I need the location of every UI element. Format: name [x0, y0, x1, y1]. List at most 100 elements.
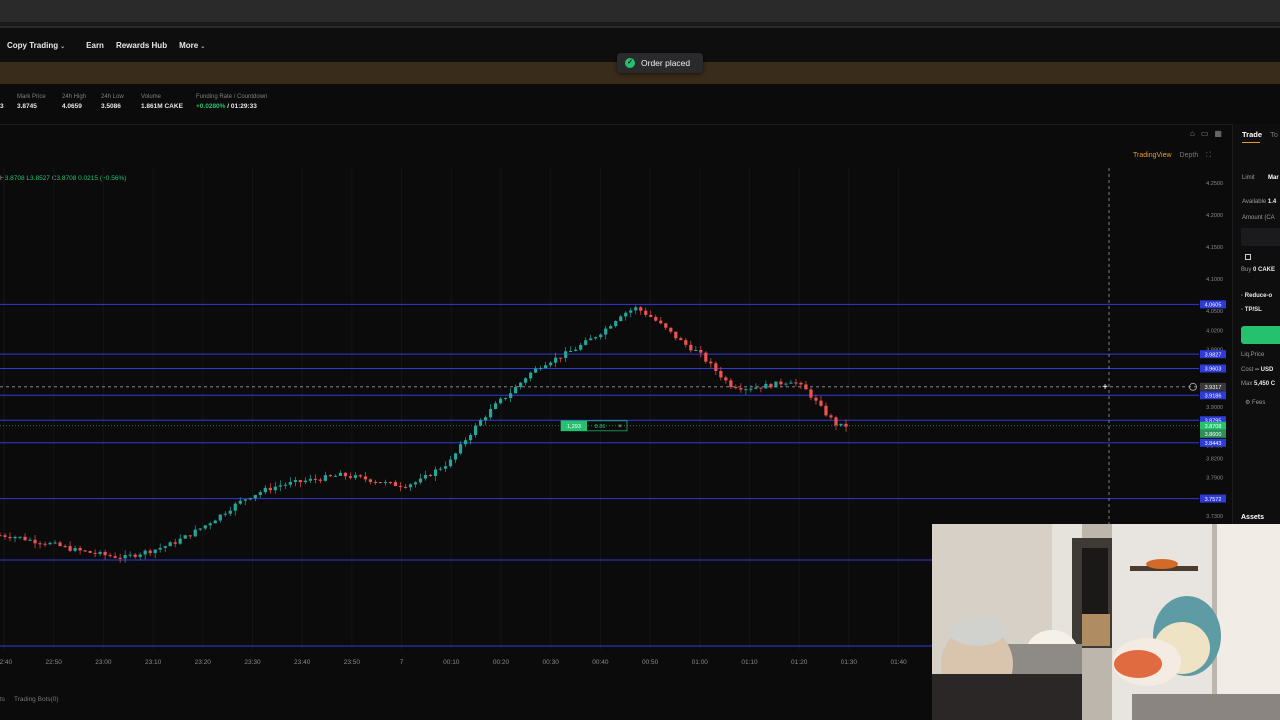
price-level-label: 3.7572 — [1205, 497, 1222, 503]
candle-body — [238, 500, 242, 504]
candle-body — [148, 550, 152, 554]
crosshair-cursor-icon: + — [1102, 382, 1108, 393]
candle-body — [273, 486, 277, 491]
available-value: 1.4 — [1267, 199, 1277, 205]
candle-body — [408, 484, 413, 488]
candle-body — [694, 349, 698, 351]
buy-button[interactable] — [1241, 326, 1280, 344]
nav-earn[interactable]: Earn — [86, 41, 104, 50]
candle-body — [0, 535, 2, 537]
x-tick-label: 22:40 — [0, 659, 13, 666]
candle-body — [639, 307, 643, 311]
nav-copy-trading[interactable]: Copy Trading ⌄ — [7, 41, 65, 50]
y-tick-label: 3.9000 — [1206, 405, 1223, 411]
candle-body — [584, 340, 588, 345]
chevron-down-icon: ⌄ — [200, 43, 206, 50]
candle-body — [323, 475, 327, 481]
trading-bots-tab[interactable]: Trading Bots(0) — [14, 696, 59, 703]
candle-body — [629, 310, 633, 313]
candle-body — [58, 542, 62, 546]
stat-value: 4.0659 — [62, 103, 82, 110]
stat-fragment: 3 — [0, 94, 4, 110]
candle-body — [589, 338, 593, 341]
candle-body — [168, 542, 172, 547]
reduce-only-checkbox[interactable]: ▫ Reduce-o — [1241, 293, 1272, 299]
candle-body — [418, 478, 423, 483]
candle-body — [268, 487, 272, 491]
order-type-limit[interactable]: Limit — [1242, 175, 1255, 181]
bottom-bar: ts Trading Bots(0) — [0, 694, 932, 708]
tradingview-tab[interactable]: TradingView — [1133, 152, 1172, 160]
candle-body — [233, 503, 237, 511]
candle-body — [574, 349, 578, 351]
tab-underline — [1242, 142, 1260, 143]
grid-icon[interactable]: ▦ — [1214, 129, 1222, 138]
expand-icon[interactable]: ⛶ — [1206, 152, 1211, 160]
candle-body — [88, 551, 92, 553]
candle-body — [609, 326, 613, 329]
funding-countdown-value: / 01:29:33 — [225, 103, 257, 110]
chart-icon-row: ⌂ ▭ ▦ — [1190, 129, 1222, 138]
candle-body — [298, 480, 302, 483]
candle-body — [368, 479, 373, 482]
stat-funding-rate: Funding Rate / Countdown +0.0280% / 01:29… — [196, 94, 267, 110]
candle-body — [33, 539, 37, 544]
candle-body — [373, 481, 378, 483]
candle-body — [769, 383, 773, 388]
candle-body — [328, 475, 332, 477]
candle-body — [468, 435, 473, 441]
x-tick-label: 7 — [400, 659, 404, 666]
window-icon[interactable]: ▭ — [1201, 129, 1209, 138]
price-level-label: 3.9827 — [1205, 352, 1222, 358]
ticker-stats: 3 Mark Price 3.8745 24h High 4.0659 24h Lo… — [0, 84, 1280, 122]
x-tick-label: 23:00 — [95, 659, 112, 666]
candle-body — [283, 484, 287, 486]
candle-body — [188, 535, 192, 537]
funding-rate-value: +0.0280% — [196, 103, 226, 110]
y-tick-label: 4.2500 — [1206, 181, 1223, 187]
candle-body — [644, 310, 648, 315]
candle-body — [113, 556, 117, 558]
x-tick-label: 00:10 — [443, 659, 460, 666]
candle-body — [438, 468, 443, 470]
candle-body — [729, 380, 733, 388]
price-level-label: 3.9186 — [1205, 393, 1222, 399]
cost: Cost -- USD — [1241, 367, 1274, 373]
tpsl-checkbox[interactable]: ▫ TP/SL — [1241, 307, 1262, 313]
tab-tools[interactable]: To — [1270, 130, 1278, 139]
candle-body — [784, 383, 788, 385]
slider-handle[interactable] — [1245, 254, 1251, 260]
y-tick-label: 4.0500 — [1206, 309, 1223, 315]
x-tick-label: 22:50 — [46, 659, 63, 666]
candle-body — [378, 482, 383, 484]
candle-body — [428, 474, 433, 477]
bell-icon[interactable]: ⌂ — [1190, 129, 1195, 138]
candle-body — [488, 408, 493, 418]
candle-body — [63, 545, 67, 547]
candle-body — [103, 551, 107, 556]
buy-amount-value: 0 CAKE — [1253, 267, 1276, 273]
candle-body — [248, 498, 252, 500]
check-circle-icon: ✓ — [625, 58, 635, 68]
depth-tab[interactable]: Depth — [1180, 152, 1199, 160]
candle-body — [183, 535, 187, 539]
candle-body — [403, 486, 408, 488]
x-tick-label: 01:20 — [791, 659, 808, 666]
candle-body — [493, 403, 498, 409]
fees-link[interactable]: ⚙ Fees — [1245, 399, 1265, 406]
amount-label: Amount (CA — [1242, 215, 1275, 221]
nav-more[interactable]: More ⌄ — [179, 41, 205, 50]
candle-body — [839, 423, 843, 426]
tab-trade[interactable]: Trade — [1242, 130, 1262, 139]
order-type-market[interactable]: Mar — [1268, 175, 1279, 181]
stat-mark-price: Mark Price 3.8745 — [17, 94, 46, 110]
candle-body — [433, 469, 438, 477]
candle-body — [3, 535, 7, 537]
candle-body — [564, 351, 568, 358]
x-tick-label: 01:30 — [841, 659, 858, 666]
candle-body — [288, 481, 292, 485]
amount-input[interactable] — [1241, 228, 1280, 246]
candle-body — [198, 528, 202, 530]
nav-rewards-hub[interactable]: Rewards Hub — [116, 41, 167, 50]
stat-volume: Volume 1.861M CAKE — [141, 94, 183, 110]
